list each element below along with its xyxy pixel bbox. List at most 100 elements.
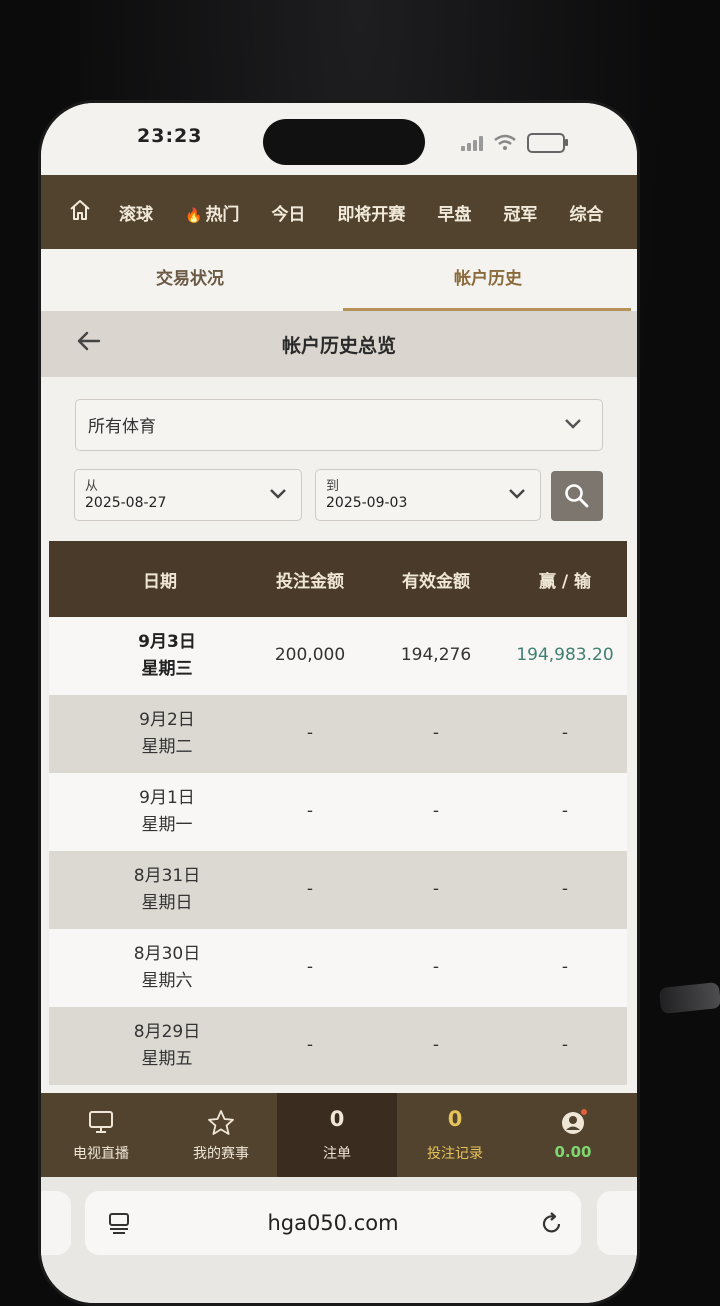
row-date: 8月29日 (133, 1022, 201, 1042)
nav-item-parlay[interactable]: 综合 (569, 200, 603, 225)
tv-live-label: 电视直播 (73, 1146, 129, 1162)
row-valid-amount: 194,276 (400, 645, 472, 665)
row-bet-amount: 200,000 (274, 645, 346, 665)
row-weekday: 星期日 (141, 893, 193, 913)
fire-icon: 🔥 (185, 207, 203, 224)
my-events-label: 我的赛事 (193, 1146, 249, 1162)
row-valid-amount: - (432, 879, 440, 899)
previous-tab-preview[interactable] (41, 1191, 71, 1255)
row-bet-amount: - (306, 723, 314, 743)
chevron-down-icon (509, 489, 525, 499)
tab-trade-status[interactable]: 交易状况 (41, 249, 339, 311)
wifi-icon (494, 134, 516, 150)
bottom-bar: 电视直播 我的赛事 0 注单 0 投注记录 0.00 (41, 1093, 637, 1177)
signal-icon (461, 135, 483, 151)
table-row[interactable]: 9月3日 星期三 200,000 194,276 194,983.20 (49, 617, 627, 695)
my-events-button[interactable]: 我的赛事 (161, 1093, 281, 1177)
page-header: 帐户历史总览 (41, 311, 637, 377)
row-bet-amount: - (306, 879, 314, 899)
address-bar[interactable]: hga050.com (85, 1191, 581, 1255)
next-tab-preview[interactable] (597, 1191, 637, 1255)
row-date-cell: 8月30日星期六 (107, 941, 227, 995)
bet-records-count: 0 (447, 1107, 463, 1131)
row-date-cell: 9月3日星期三 (107, 629, 227, 683)
history-table-body: 9月3日 星期三 200,000 194,276 194,983.20 9月2日星… (49, 617, 627, 1085)
row-weekday: 星期一 (141, 815, 193, 835)
row-bet-amount: - (306, 1035, 314, 1055)
row-bet-amount: - (306, 801, 314, 821)
phone-screen: 23:23 滚球 🔥 热门 今日 即将开赛 早盘 冠军 综合 交易状况 帐户历史… (38, 100, 640, 1306)
nav-item-today[interactable]: 今日 (271, 200, 305, 225)
star-icon (208, 1110, 234, 1135)
balance-value: 0.00 (554, 1143, 592, 1161)
row-valid-amount: - (432, 1035, 440, 1055)
dynamic-island (263, 119, 425, 165)
url-text: hga050.com (267, 1211, 399, 1235)
row-valid-amount: - (432, 723, 440, 743)
row-weekday: 星期二 (141, 737, 193, 757)
row-date-cell: 9月2日星期二 (107, 707, 227, 761)
row-weekday: 星期六 (141, 971, 193, 991)
battery-icon (527, 133, 568, 153)
row-date: 9月2日 (139, 710, 195, 730)
table-row[interactable]: 9月1日星期一 - - - (49, 773, 627, 851)
nav-item-early[interactable]: 早盘 (437, 200, 471, 225)
row-date: 9月1日 (139, 788, 195, 808)
row-win-loss: - (561, 1035, 569, 1055)
header-win-loss: 赢 / 输 (538, 572, 592, 592)
row-win-loss: - (561, 723, 569, 743)
to-date-picker[interactable]: 到 2025-09-03 (315, 469, 541, 521)
status-time: 23:23 (137, 125, 203, 147)
home-icon (70, 200, 90, 220)
row-date: 8月31日 (133, 866, 201, 886)
header-bet-amount: 投注金额 (276, 572, 344, 592)
table-row[interactable]: 9月2日星期二 - - - (49, 695, 627, 773)
row-date: 8月30日 (133, 944, 201, 964)
sport-select-value: 所有体育 (88, 417, 156, 437)
betslip-label: 注单 (323, 1146, 351, 1162)
chevron-down-icon (270, 489, 286, 499)
table-row[interactable]: 8月29日星期五 - - - (49, 1007, 627, 1085)
row-win-loss: - (561, 957, 569, 977)
bet-records-label: 投注记录 (427, 1146, 483, 1162)
status-bar: 23:23 (41, 103, 637, 175)
row-date-cell: 9月1日星期一 (107, 785, 227, 839)
search-button[interactable] (551, 471, 603, 521)
row-win-loss: - (561, 801, 569, 821)
row-bet-amount: - (306, 957, 314, 977)
nav-item-hot-label: 热门 (205, 204, 240, 225)
nav-item-champion[interactable]: 冠军 (503, 200, 537, 225)
nav-item-live[interactable]: 滚球 (119, 200, 153, 225)
tab-bar: 交易状况 帐户历史 (41, 249, 637, 311)
account-button[interactable]: 0.00 (513, 1093, 633, 1177)
table-row[interactable]: 8月30日星期六 - - - (49, 929, 627, 1007)
sport-select[interactable]: 所有体育 (75, 399, 603, 451)
reload-icon[interactable] (541, 1211, 563, 1235)
from-date-picker[interactable]: 从 2025-08-27 (74, 469, 302, 521)
chevron-down-icon (565, 419, 581, 429)
row-date: 9月3日 (138, 632, 196, 652)
betslip-button[interactable]: 0 注单 (277, 1093, 397, 1177)
status-icons (461, 133, 568, 153)
row-valid-amount: - (432, 957, 440, 977)
table-row[interactable]: 8月31日星期日 - - - (49, 851, 627, 929)
from-date-value: 2025-08-27 (85, 495, 167, 511)
to-date-value: 2025-09-03 (326, 495, 408, 511)
tab-account-history[interactable]: 帐户历史 (339, 249, 637, 311)
row-weekday: 星期三 (141, 659, 193, 679)
search-icon (565, 484, 589, 508)
tv-live-button[interactable]: 电视直播 (41, 1093, 161, 1177)
user-avatar-icon (562, 1109, 587, 1134)
nav-item-upcoming[interactable]: 即将开赛 (337, 200, 405, 225)
row-date-cell: 8月31日星期日 (107, 863, 227, 917)
header-date: 日期 (143, 572, 177, 592)
row-win-loss: - (561, 879, 569, 899)
row-valid-amount: - (432, 801, 440, 821)
header-valid-amount: 有效金额 (402, 572, 470, 592)
table-header: 日期 投注金额 有效金额 赢 / 输 (49, 541, 627, 617)
home-button[interactable] (41, 198, 119, 226)
browser-bar: hga050.com (41, 1177, 637, 1303)
bet-records-button[interactable]: 0 投注记录 (395, 1093, 515, 1177)
row-weekday: 星期五 (141, 1049, 193, 1069)
nav-item-hot[interactable]: 🔥 热门 (185, 200, 239, 225)
